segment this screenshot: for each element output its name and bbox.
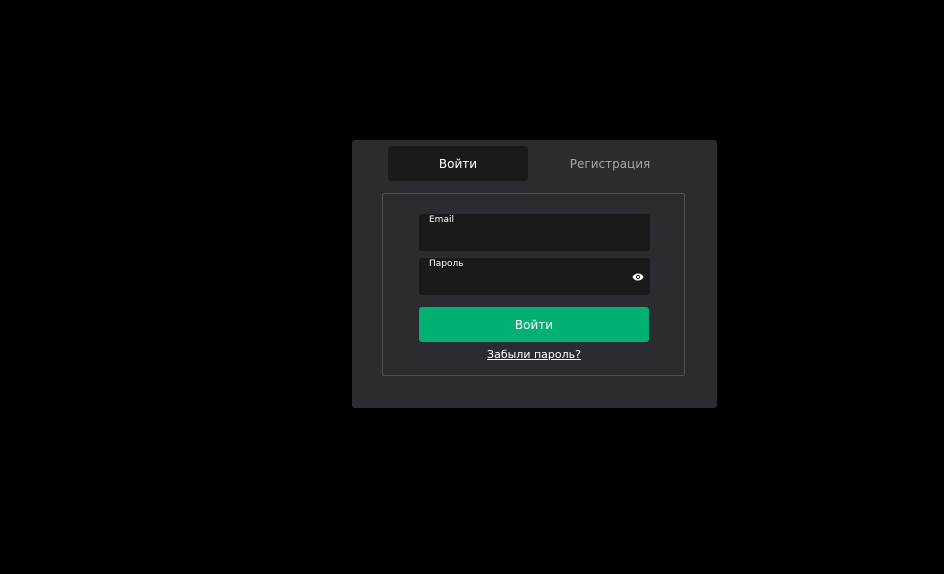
login-submit-button[interactable]: Войти bbox=[419, 307, 649, 342]
password-label: Пароль bbox=[429, 259, 464, 269]
eye-icon[interactable] bbox=[632, 271, 644, 283]
email-input[interactable] bbox=[429, 229, 619, 247]
forgot-password-link[interactable]: Забыли пароль? bbox=[419, 348, 649, 361]
tab-login-label: Войти bbox=[438, 156, 478, 171]
tab-register-label: Регистрация bbox=[569, 156, 651, 171]
email-field[interactable]: Email bbox=[419, 214, 650, 251]
password-field[interactable]: Пароль bbox=[419, 258, 650, 295]
login-form: Email Пароль Войти Забыли пароль? bbox=[382, 193, 685, 376]
email-label: Email bbox=[429, 215, 454, 225]
tab-register[interactable]: Регистрация bbox=[540, 146, 680, 181]
password-input[interactable] bbox=[429, 273, 619, 291]
auth-modal: Войти Регистрация Email Пароль Войти Заб… bbox=[352, 140, 717, 408]
tab-login[interactable]: Войти bbox=[388, 146, 528, 181]
login-submit-label: Войти bbox=[514, 317, 554, 332]
